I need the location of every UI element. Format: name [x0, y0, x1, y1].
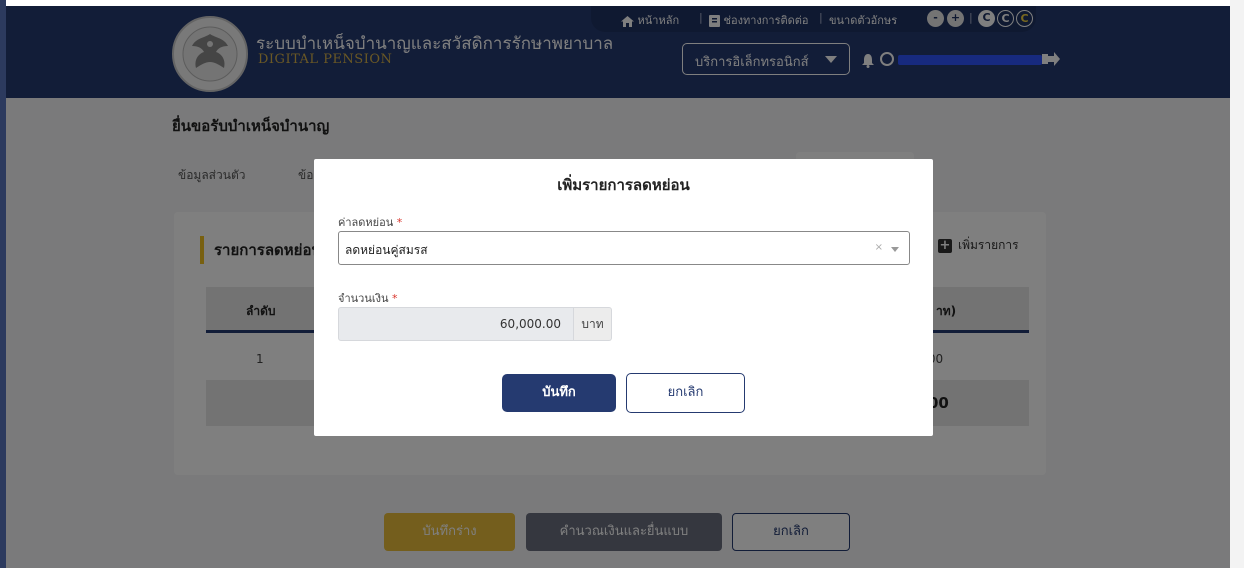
required-mark: *: [396, 216, 403, 229]
modal-title: เพิ่มรายการลดหย่อน: [557, 176, 690, 194]
amount-label-text: จำนวนเงิน: [338, 292, 389, 305]
amount-unit: บาท: [574, 307, 612, 341]
save-button[interactable]: บันทึก: [502, 374, 616, 412]
required-mark: *: [392, 292, 398, 305]
clear-icon[interactable]: ×: [875, 242, 883, 253]
window-frame-right: [1230, 0, 1244, 568]
add-deduction-modal: เพิ่มรายการลดหย่อน ค่าลดหย่อน * ลดหย่อนค…: [314, 159, 933, 436]
modal-cancel-button[interactable]: ยกเลิก: [626, 373, 745, 413]
page: ระบบบำเหน็จบำนาญและสวัสดิการรักษาพยาบาล …: [6, 6, 1230, 568]
amount-value: 60,000.00: [499, 317, 561, 331]
deduction-type-label-text: ค่าลดหย่อน: [338, 216, 394, 229]
amount-label: จำนวนเงิน *: [338, 289, 398, 307]
chevron-down-icon[interactable]: [891, 247, 899, 252]
deduction-type-select[interactable]: ลดหย่อนคู่สมรส ×: [338, 231, 910, 265]
deduction-type-value: ลดหย่อนคู่สมรส: [345, 243, 428, 257]
deduction-type-label: ค่าลดหย่อน *: [338, 213, 402, 231]
amount-input[interactable]: 60,000.00: [338, 307, 574, 341]
